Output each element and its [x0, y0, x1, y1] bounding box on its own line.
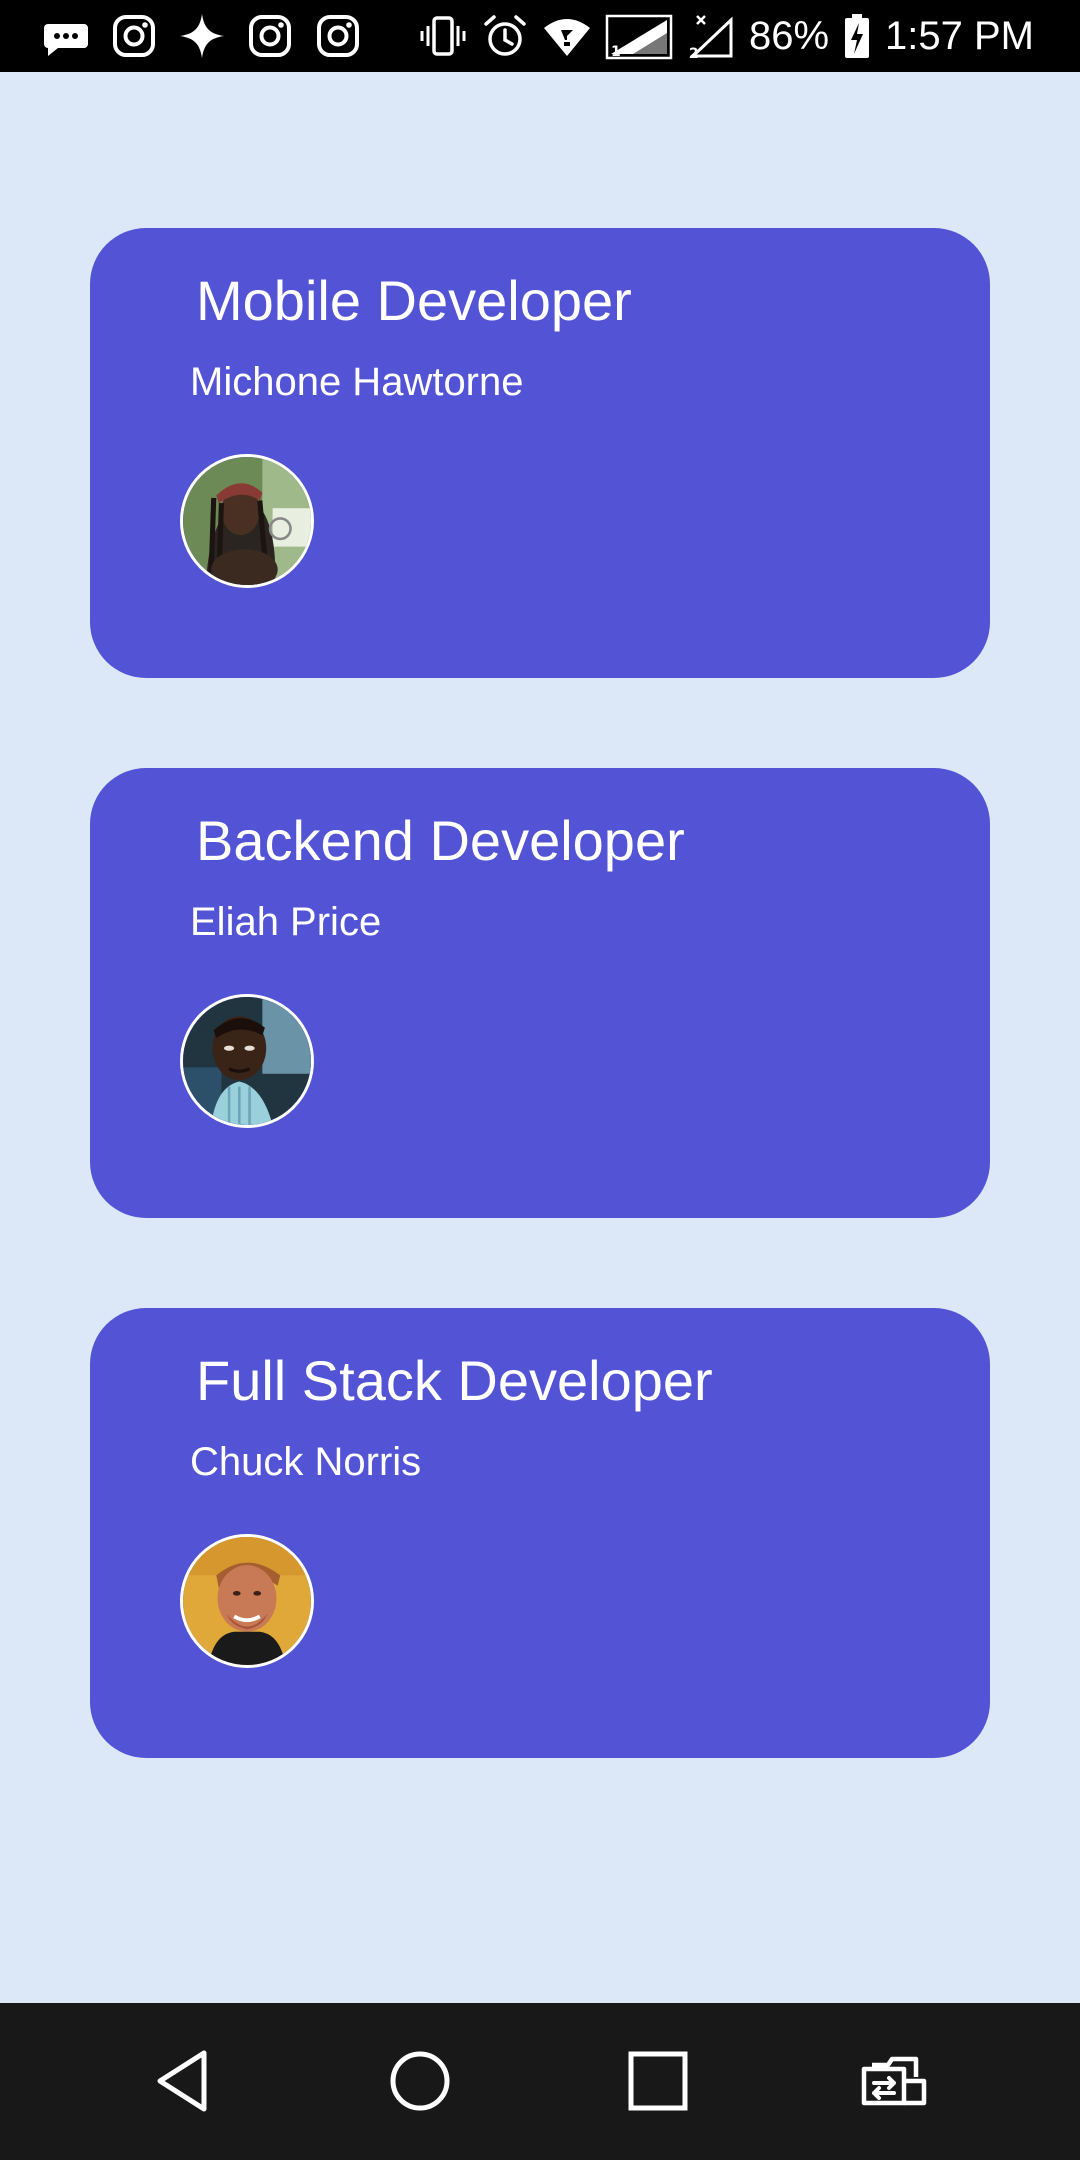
back-button[interactable]	[142, 2039, 226, 2123]
signal-sim2-icon: 2	[689, 15, 733, 60]
card-title: Backend Developer	[196, 809, 685, 872]
battery-percent: 86%	[748, 14, 830, 58]
developer-card[interactable]: Backend Developer Eliah Price	[90, 768, 990, 1218]
system-indicators: 1 2 86% 1:57 PM	[419, 0, 1034, 72]
home-icon	[390, 2051, 450, 2111]
status-bar: 1 2 86% 1:57 PM	[0, 0, 1080, 72]
card-title: Full Stack Developer	[196, 1349, 713, 1412]
instagram-icon	[317, 15, 359, 57]
card-person-name: Chuck Norris	[190, 1440, 422, 1484]
wifi-icon	[543, 19, 590, 56]
instagram-icon	[249, 15, 291, 57]
svg-text:2: 2	[689, 46, 699, 60]
switch-app-icon	[861, 2056, 927, 2106]
developer-card[interactable]: Mobile Developer Michone Hawtorne	[90, 228, 990, 678]
alarm-icon	[484, 15, 526, 56]
card-person-name: Michone Hawtorne	[190, 360, 524, 404]
avatar	[180, 454, 314, 588]
developer-card[interactable]: Full Stack Developer Chuck Norris	[90, 1308, 990, 1758]
back-icon	[157, 2050, 207, 2112]
card-person-name: Eliah Price	[190, 900, 382, 944]
instagram-icon	[113, 15, 155, 57]
card-title: Mobile Developer	[196, 269, 632, 332]
avatar	[180, 994, 314, 1128]
spark-icon	[180, 14, 224, 58]
signal-sim1-icon: 1	[605, 14, 673, 60]
switch-app-button[interactable]	[852, 2039, 936, 2123]
navigation-bar	[0, 2003, 1080, 2160]
messages-icon	[44, 24, 88, 56]
home-button[interactable]	[378, 2039, 462, 2123]
avatar	[180, 1534, 314, 1668]
battery-charging-icon	[845, 14, 870, 58]
svg-text:1: 1	[611, 44, 621, 60]
notification-icons	[42, 0, 362, 72]
recents-button[interactable]	[616, 2039, 700, 2123]
vibrate-icon	[420, 16, 466, 56]
recents-icon	[628, 2051, 688, 2111]
clock: 1:57 PM	[885, 14, 1034, 58]
